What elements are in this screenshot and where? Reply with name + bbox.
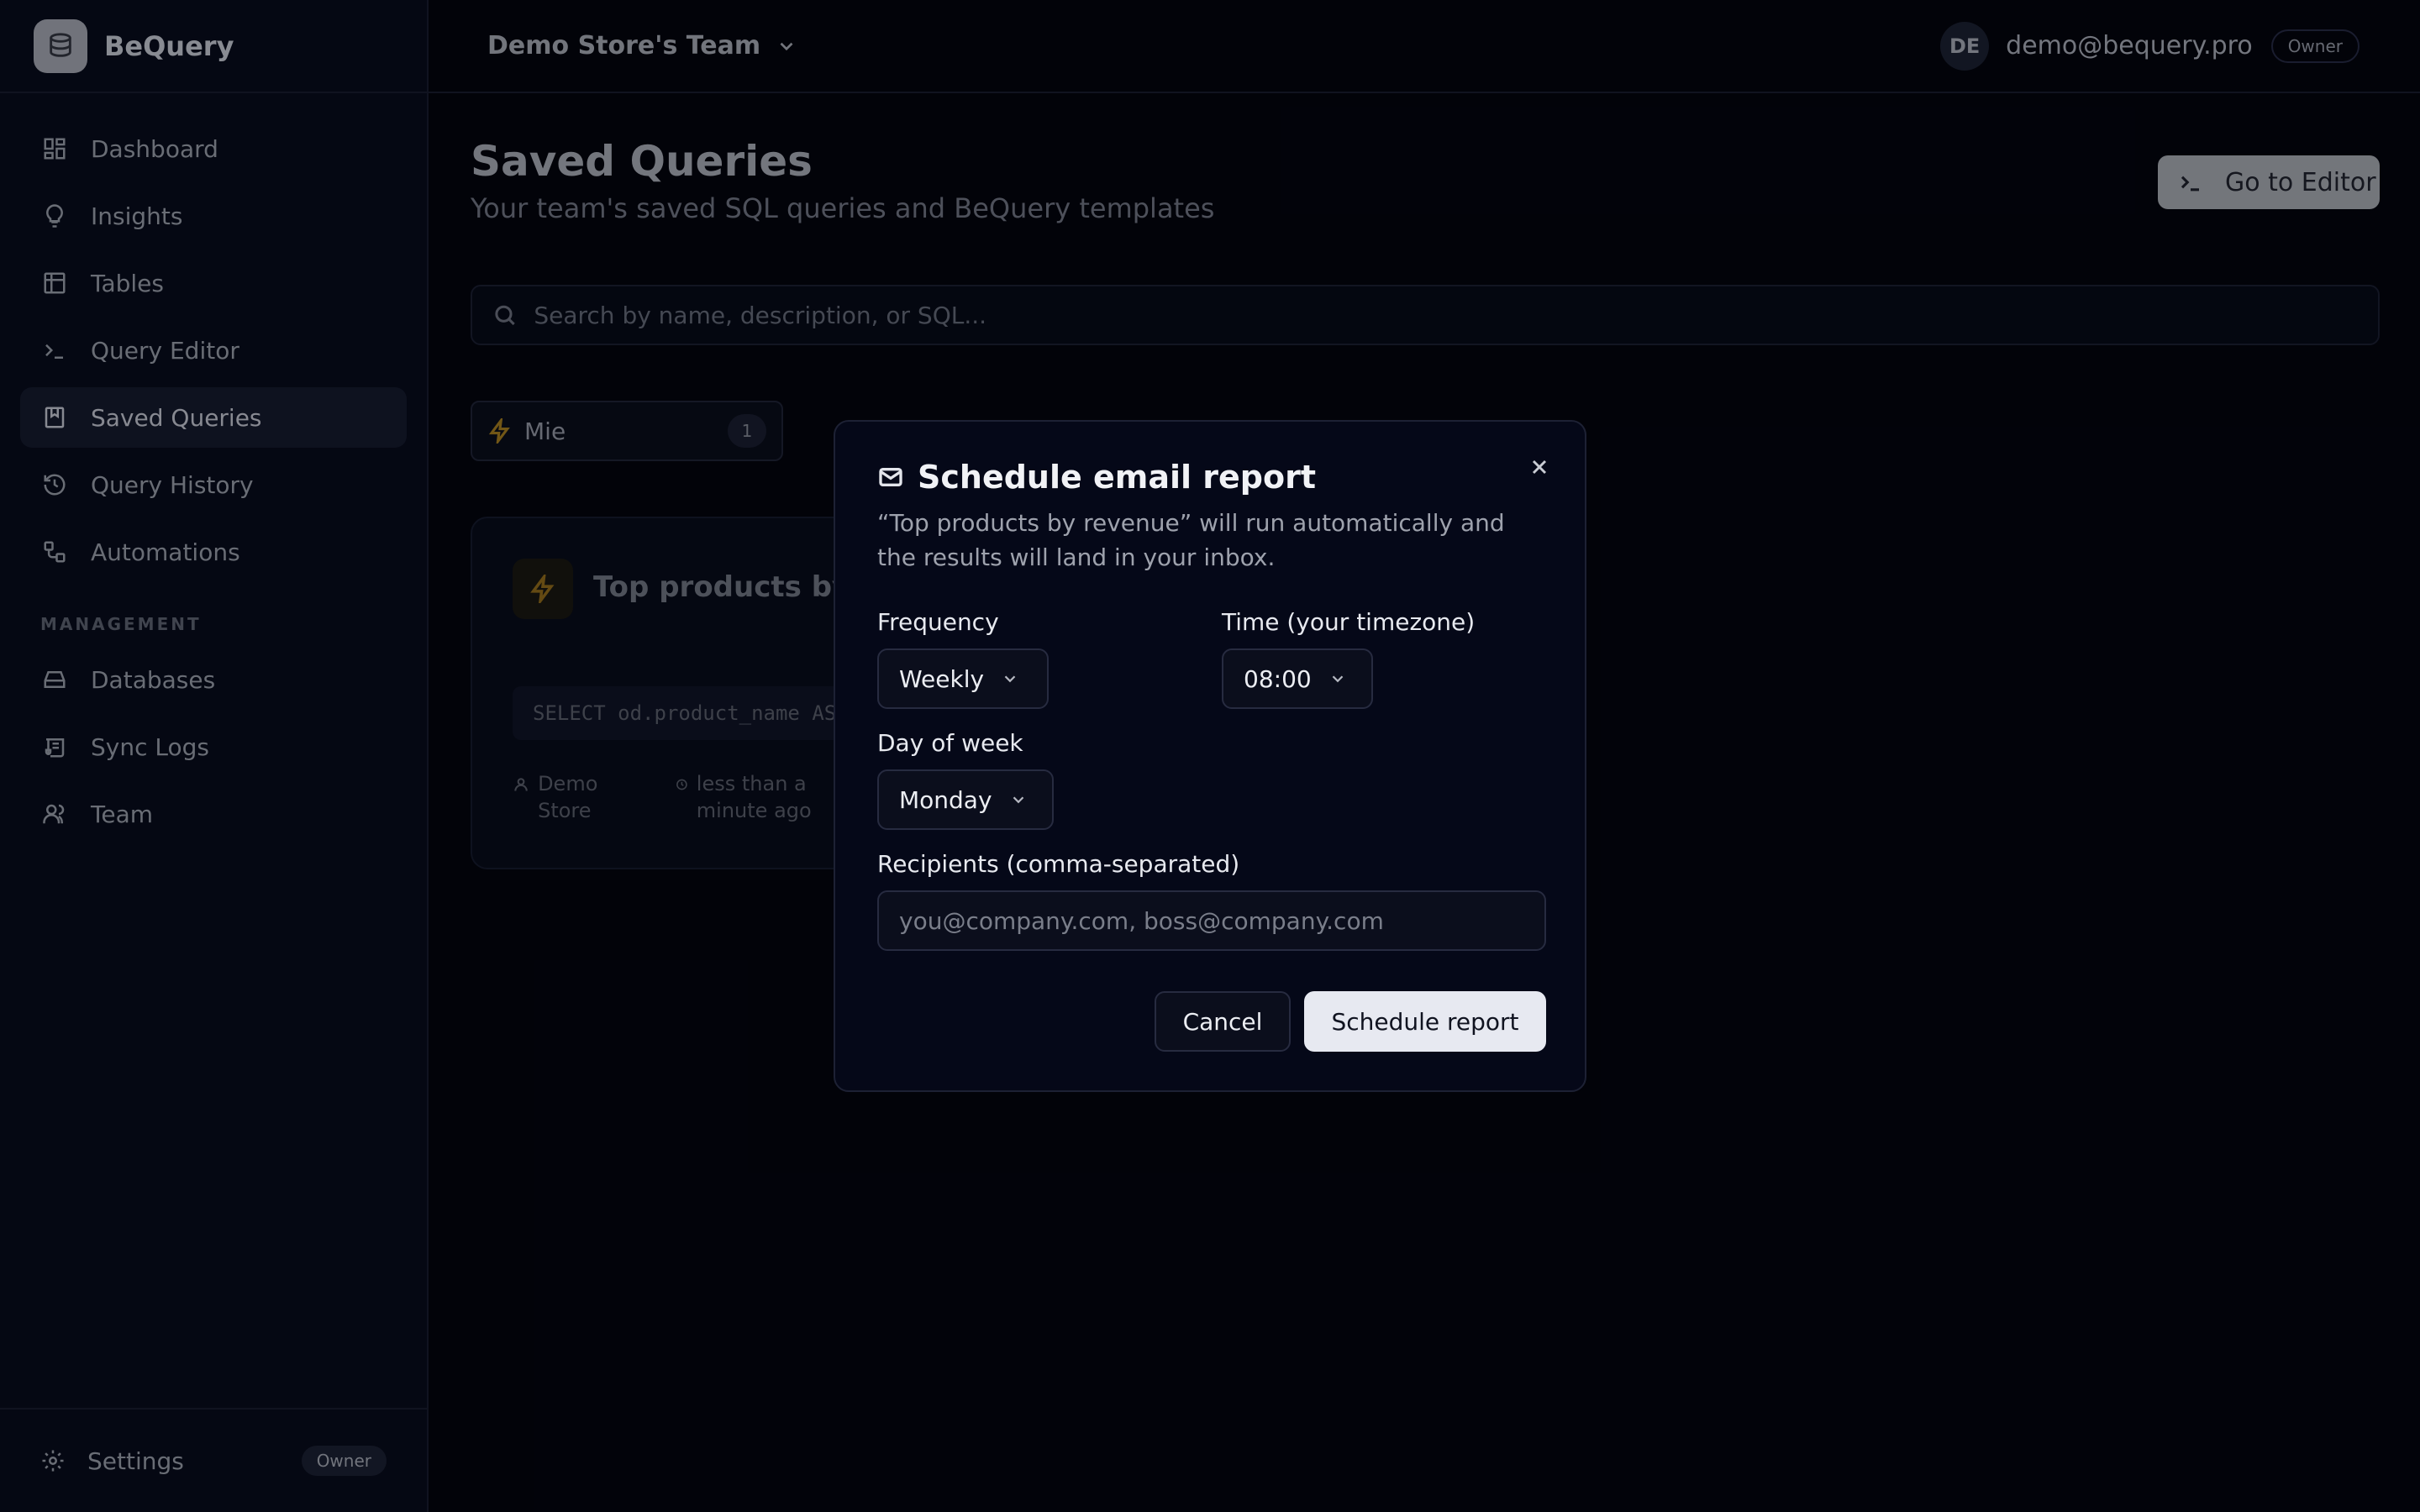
day-of-week-select[interactable]: Monday xyxy=(877,769,1054,830)
dialog-title-text: Schedule email report xyxy=(918,459,1317,496)
schedule-report-button[interactable]: Schedule report xyxy=(1304,991,1546,1052)
cancel-button[interactable]: Cancel xyxy=(1155,991,1291,1052)
frequency-label: Frequency xyxy=(877,608,999,636)
dialog-description: “Top products by revenue” will run autom… xyxy=(877,509,1505,571)
time-label: Time (your timezone) xyxy=(1222,608,1476,636)
time-value: 08:00 xyxy=(1244,664,1312,693)
schedule-email-report-dialog: Schedule email report “Top products by r… xyxy=(834,420,1586,1092)
chevron-down-icon xyxy=(1013,796,1023,804)
frequency-value: Weekly xyxy=(899,664,985,693)
recipients-label: Recipients (comma-separated) xyxy=(877,850,1240,878)
time-select[interactable]: 08:00 xyxy=(1222,648,1373,709)
frequency-select[interactable]: Weekly xyxy=(877,648,1049,709)
recipients-input[interactable] xyxy=(877,890,1546,951)
close-button[interactable] xyxy=(1524,452,1555,482)
day-of-week-value: Monday xyxy=(899,785,992,814)
mail-icon xyxy=(879,468,902,486)
close-icon xyxy=(1532,459,1547,475)
chevron-down-icon xyxy=(1004,675,1016,683)
chevron-down-icon xyxy=(1332,675,1344,683)
dialog-title: Schedule email report xyxy=(877,459,1316,496)
day-of-week-label: Day of week xyxy=(877,729,1023,757)
